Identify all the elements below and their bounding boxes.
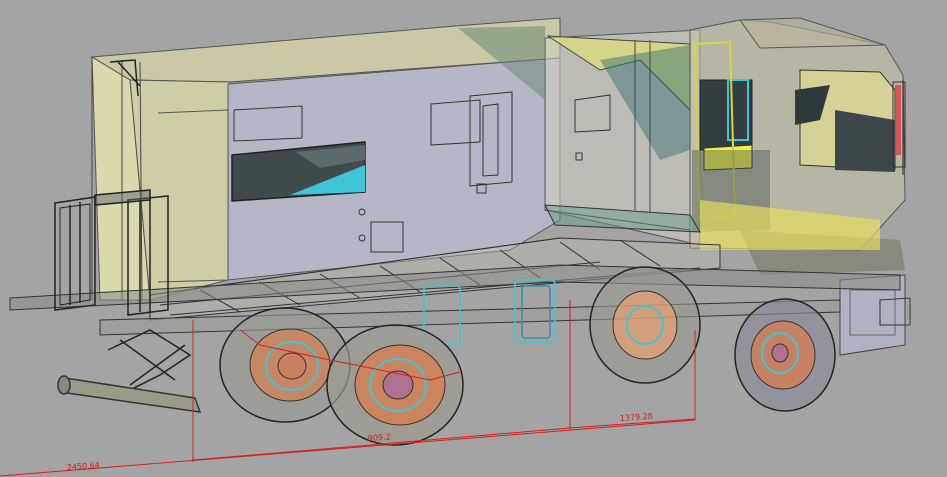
cad-viewport[interactable]: 2450.64 909.2 1379.28 — [0, 0, 947, 477]
dimension-overall-length: 2450.64 — [67, 461, 101, 472]
middle-wheel — [589, 266, 701, 384]
rear-wheel-2 — [326, 324, 464, 446]
truck-model-drawing: 2450.64 909.2 1379.28 — [0, 17, 911, 477]
front-wheel — [734, 298, 836, 412]
dimension-wheelbase-front: 1379.28 — [620, 412, 654, 423]
dimension-middle-span: 909.2 — [368, 432, 391, 443]
